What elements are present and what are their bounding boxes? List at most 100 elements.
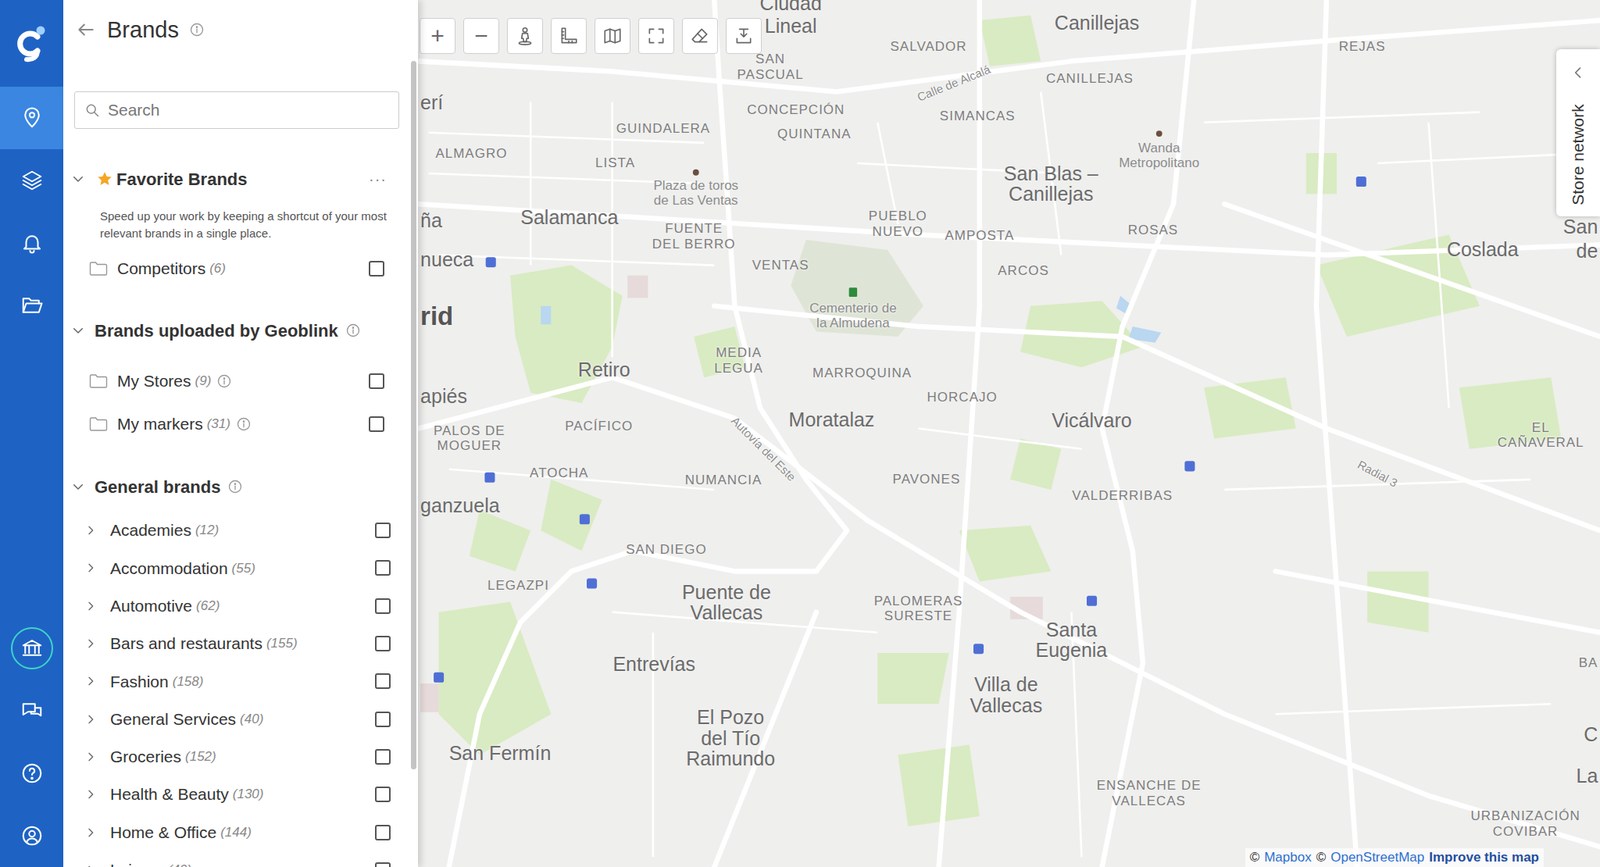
category-row[interactable]: Bars and restaurants(155) [63,625,418,663]
folder-row[interactable]: My Stores(9) [63,359,418,403]
map-label: Puente de Vallecas [682,581,772,623]
nav-item[interactable] [0,211,64,275]
category-count: (55) [232,558,256,579]
checkbox[interactable] [375,673,391,690]
chevron-right-icon[interactable] [84,675,97,688]
checkbox[interactable] [375,825,391,841]
back-arrow-icon[interactable] [75,19,97,40]
map-label: Cementerio de la Almudena [809,301,897,331]
attribution-text[interactable]: Mapbox [1264,849,1311,867]
checkbox[interactable] [375,598,391,615]
chevron-right-icon[interactable] [84,524,97,537]
chevron-right-icon[interactable] [84,561,97,575]
map-label: PALOS DE MOGUER [433,423,506,454]
checkbox[interactable] [375,786,391,803]
category-row[interactable]: General Services(40) [63,700,418,738]
map-label: Villa de Vallecas [969,674,1043,716]
folder-label: My markers [117,411,204,437]
map-label: PAVONES [892,471,961,488]
chevron-right-icon[interactable] [84,864,97,867]
nav-item[interactable] [0,86,64,150]
chevron-left-icon[interactable] [1570,64,1586,81]
checkbox[interactable] [368,260,385,277]
map-label: URBANIZACIÓN COVIBAR [1470,809,1580,840]
chevron-right-icon[interactable] [84,713,97,726]
checkbox[interactable] [368,373,385,390]
info-icon[interactable] [189,22,204,37]
search-input[interactable] [107,97,390,123]
street-view-button[interactable] [507,17,543,54]
download-button[interactable] [725,17,762,54]
map-label: erí [420,91,443,112]
map[interactable]: CiudadLinealCanillejasSALVADORREJASSAN P… [417,0,1600,867]
checkbox[interactable] [375,635,391,652]
info-icon[interactable] [228,479,243,494]
folder-label: Competitors [117,256,206,282]
map-label: ENSANCHE DE VALLECAS [1096,778,1202,810]
map-label: Radial 3 [1355,458,1400,490]
nav-item[interactable] [0,274,64,337]
checkbox[interactable] [375,522,391,539]
map-labels: CiudadLinealCanillejasSALVADORREJASSAN P… [417,0,1600,867]
map-button[interactable] [594,17,631,54]
folder-row[interactable]: Competitors(6) [63,250,418,288]
search-field[interactable] [74,91,400,129]
checkbox[interactable] [375,711,391,728]
map-label: ganzuela [420,494,500,515]
category-row[interactable]: Groceries(152) [63,738,418,776]
nav-item[interactable] [0,804,64,867]
category-row[interactable]: Automotive(62) [63,587,418,625]
store-network-label[interactable]: Store network [1565,103,1591,206]
nav-item[interactable] [0,149,64,212]
ruler-button[interactable] [550,17,587,54]
chevron-down-icon[interactable] [71,323,86,338]
category-count: (62) [196,596,220,617]
map-label: ARCOS [997,264,1049,280]
zoom-out-button[interactable]: − [463,17,500,54]
info-icon[interactable] [346,323,361,338]
map-label: Lineal [764,15,818,36]
category-row[interactable]: Home & Office(144) [63,813,418,851]
checkbox[interactable] [375,749,391,765]
category-row[interactable]: Fashion(158) [63,662,418,700]
category-row[interactable]: Leisure(49) [63,851,418,867]
geoblink-logo-icon[interactable] [0,0,64,87]
chevron-down-icon[interactable] [71,479,86,494]
chevron-right-icon[interactable] [84,750,97,764]
checkbox[interactable] [375,560,391,576]
zoom-in-button[interactable]: + [419,17,456,54]
section-header[interactable]: Brands uploaded by Geoblink [63,311,418,350]
category-row[interactable]: Accommodation(55) [63,549,418,587]
map-label: SAN DIEGO [625,542,707,558]
map-label: Ciudad [760,0,822,14]
section-header[interactable]: General brands [63,467,418,506]
eraser-button[interactable] [682,17,718,54]
category-row[interactable]: Academies(12) [63,511,418,550]
chevron-right-icon[interactable] [84,788,97,801]
store-network-tab[interactable]: Store network [1556,49,1600,217]
category-row[interactable]: Health & Beauty(130) [63,775,418,814]
map-label: ROSAS [1128,222,1179,239]
section-header[interactable]: Favorite Brands··· [63,160,418,198]
nav-item[interactable] [0,617,64,680]
scrollbar[interactable] [410,60,417,770]
info-icon[interactable] [217,374,232,389]
chevron-right-icon[interactable] [84,826,97,840]
chevron-down-icon[interactable] [71,171,86,186]
folder-row[interactable]: My markers(31) [63,402,418,446]
map-label: rid [420,303,454,331]
attribution-text[interactable]: Improve this map [1428,849,1540,867]
chevron-right-icon[interactable] [84,637,97,650]
checkbox[interactable] [375,862,391,867]
attribution-text: © [1316,849,1327,867]
nav-item[interactable] [0,742,64,805]
nav-item[interactable] [0,679,64,743]
more-button[interactable]: ··· [368,171,387,187]
map-label: CONCEPCIÓN [746,102,845,118]
expand-button[interactable] [638,17,675,54]
info-icon[interactable] [236,417,251,432]
attribution-text[interactable]: OpenStreetMap [1330,849,1425,867]
chevron-right-icon[interactable] [84,600,97,613]
checkbox[interactable] [368,416,385,433]
category-label: Fashion [110,669,169,695]
